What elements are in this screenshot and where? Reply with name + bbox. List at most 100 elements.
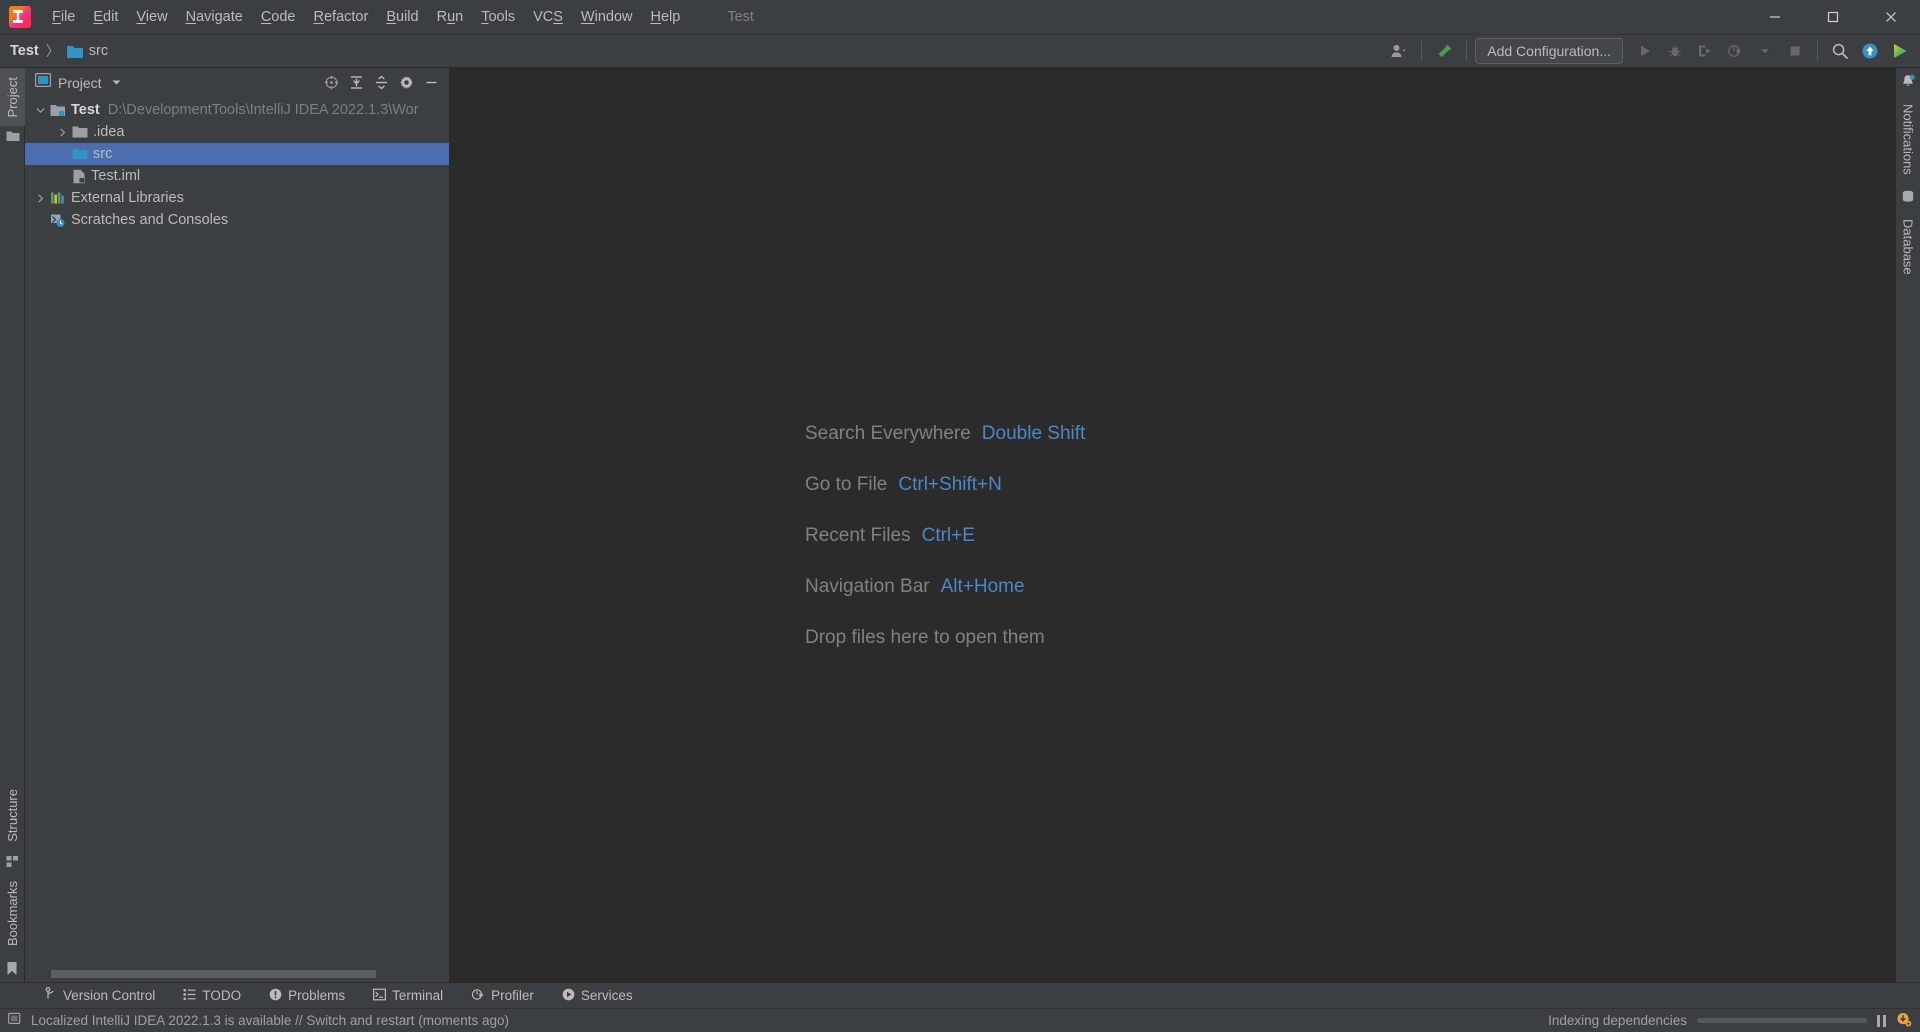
tip-label: Navigation Bar — [805, 576, 930, 597]
services-icon — [562, 988, 575, 1004]
bottom-item-label: Services — [580, 988, 633, 1003]
debug-icon[interactable] — [1661, 38, 1689, 64]
tip-shortcut: Alt+Home — [940, 576, 1025, 597]
menu-items: File Edit View Navigate Code Refactor Bu… — [43, 4, 689, 30]
update-project-icon[interactable] — [1856, 38, 1884, 64]
breadcrumb: Test 〉 src — [10, 41, 108, 61]
bottom-item-label: Problems — [288, 988, 346, 1003]
bottom-item-services[interactable]: Services — [552, 985, 643, 1007]
chevron-down-icon[interactable] — [112, 78, 121, 88]
menu-item-edit[interactable]: Edit — [84, 4, 127, 30]
menu-item-view[interactable]: View — [127, 4, 176, 30]
bookmarks-icon[interactable] — [1, 955, 23, 982]
tip-row: Recent Files Ctrl+E — [805, 525, 1085, 547]
tip-row: Navigation Bar Alt+Home — [805, 576, 1085, 598]
chevron-collapsed-icon[interactable] — [56, 126, 69, 139]
toolbar-separator-3 — [1817, 41, 1818, 61]
project-window-icon — [35, 73, 52, 92]
run-icon[interactable] — [1631, 38, 1659, 64]
tree-row[interactable]: .idea — [25, 121, 449, 143]
bottom-item-version-control[interactable]: Version Control — [35, 984, 165, 1007]
menu-item-code[interactable]: Code — [252, 4, 305, 30]
user-account-icon[interactable] — [1385, 38, 1413, 64]
progress-label: Indexing dependencies — [1548, 1013, 1687, 1028]
sidebar-item-structure[interactable]: Structure — [0, 780, 25, 851]
database-icon[interactable] — [1896, 184, 1920, 210]
sidebar-item-project[interactable]: Project — [0, 68, 25, 127]
gear-icon[interactable] — [394, 72, 418, 94]
collapse-all-icon[interactable] — [369, 72, 393, 94]
menu-item-file[interactable]: File — [43, 4, 84, 30]
menu-bar: File Edit View Navigate Code Refactor Bu… — [0, 0, 1920, 35]
tip-label: Search Everywhere — [805, 423, 971, 444]
chevron-down-icon[interactable] — [1751, 38, 1779, 64]
tree-row[interactable]: Test.iml — [25, 165, 449, 187]
select-opened-file-icon[interactable] — [319, 72, 343, 94]
build-hammer-icon[interactable] — [1430, 38, 1458, 64]
editor-tips: Search Everywhere Double Shift Go to Fil… — [805, 423, 1085, 678]
source-folder-icon — [72, 147, 88, 161]
bottom-item-todo[interactable]: TODO — [173, 985, 251, 1007]
menu-item-build[interactable]: Build — [377, 4, 427, 30]
search-icon[interactable] — [1826, 38, 1854, 64]
bottom-item-profiler[interactable]: Profiler — [461, 985, 544, 1007]
sidebar-item-folder[interactable] — [0, 126, 25, 146]
scrollbar-thumb[interactable] — [51, 970, 376, 978]
breadcrumb-separator: 〉 — [45, 43, 60, 59]
breadcrumb-root[interactable]: Test — [10, 43, 39, 59]
libraries-icon — [50, 191, 66, 205]
chevron-collapsed-icon[interactable] — [34, 192, 47, 205]
notifications-bell-icon[interactable] — [1896, 68, 1920, 95]
run-with-coverage-icon[interactable] — [1691, 38, 1719, 64]
status-message[interactable]: Localized IntelliJ IDEA 2022.1.3 is avai… — [31, 1013, 509, 1028]
tip-row: Go to File Ctrl+Shift+N — [805, 474, 1085, 496]
window-close-button[interactable] — [1862, 0, 1920, 34]
toolbar-actions: Add Configuration... — [1385, 38, 1914, 64]
sidebar-item-database[interactable]: Database — [1896, 210, 1920, 284]
add-configuration-button[interactable]: Add Configuration... — [1475, 38, 1623, 64]
menu-item-refactor[interactable]: Refactor — [305, 4, 378, 30]
problems-icon — [269, 988, 282, 1004]
ide-services-icon[interactable] — [1886, 38, 1914, 64]
tree-row[interactable]: Scratches and Consoles — [25, 209, 449, 231]
structure-icon[interactable] — [1, 851, 24, 872]
profile-icon[interactable] — [1721, 38, 1749, 64]
menu-item-vcs[interactable]: VCS — [524, 4, 572, 30]
tree-row[interactable]: src — [25, 143, 449, 165]
sidebar-item-notifications[interactable]: Notifications — [1896, 95, 1920, 184]
tree-node-label: .idea — [93, 124, 125, 140]
sidebar-item-bookmarks[interactable]: Bookmarks — [0, 872, 25, 955]
status-bar: Localized IntelliJ IDEA 2022.1.3 is avai… — [0, 1008, 1920, 1032]
bottom-item-terminal[interactable]: Terminal — [363, 985, 453, 1007]
window-controls — [1746, 0, 1920, 34]
project-tree-hscrollbar[interactable] — [25, 966, 449, 982]
sidebar-item-database-label: Database — [1900, 218, 1916, 275]
pause-icon[interactable] — [1877, 1014, 1886, 1027]
todo-list-icon — [183, 988, 196, 1004]
bottom-item-problems[interactable]: Problems — [259, 985, 355, 1007]
folder-icon — [5, 130, 20, 142]
window-minimize-button[interactable] — [1746, 0, 1804, 34]
menu-item-navigate[interactable]: Navigate — [177, 4, 252, 30]
ide-update-icon[interactable] — [8, 1012, 22, 1029]
menu-item-run[interactable]: Run — [428, 4, 473, 30]
bottom-tool-bar: Version Control TODO Problems Terminal P… — [0, 982, 1920, 1008]
chevron-expanded-icon[interactable] — [34, 104, 47, 117]
stop-icon[interactable] — [1781, 38, 1809, 64]
menu-item-help[interactable]: Help — [641, 4, 689, 30]
left-tool-strip: Project Structure Bookmarks — [0, 68, 25, 982]
profiler-icon — [471, 988, 485, 1004]
menu-item-tools[interactable]: Tools — [472, 4, 524, 30]
tree-row[interactable]: External Libraries — [25, 187, 449, 209]
expand-all-icon[interactable] — [344, 72, 368, 94]
project-tool-window: Project Test D:\DevelopmentTools\Intelli… — [25, 68, 450, 982]
terminal-icon — [373, 988, 387, 1004]
download-update-icon[interactable] — [1896, 1012, 1912, 1030]
sidebar-item-project-label: Project — [4, 77, 20, 118]
hide-panel-icon[interactable] — [419, 72, 443, 94]
window-maximize-button[interactable] — [1804, 0, 1862, 34]
breadcrumb-leaf[interactable]: src — [89, 43, 108, 59]
menu-item-window[interactable]: Window — [572, 4, 642, 30]
tree-row[interactable]: Test D:\DevelopmentTools\IntelliJ IDEA 2… — [25, 99, 449, 121]
